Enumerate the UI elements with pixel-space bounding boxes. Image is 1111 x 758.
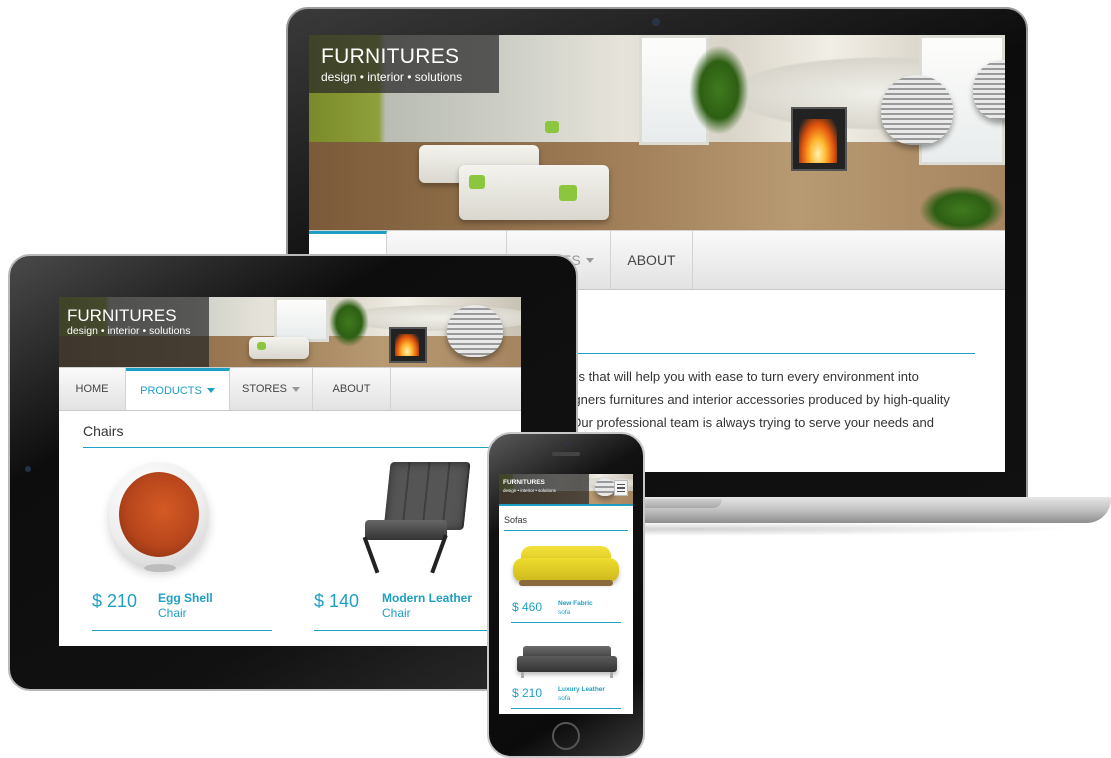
phone-product-divider — [511, 708, 621, 709]
phone-section-title: Sofas — [504, 515, 528, 525]
laptop-brand[interactable]: FURNITURES design • interior • solutions — [309, 35, 499, 93]
luxury-leather-sofa-image[interactable] — [517, 646, 617, 680]
phone-screen: FURNITURES design • interior • solutions… — [499, 474, 633, 714]
tablet-brand[interactable]: FURNITURES design • interior • solutions — [59, 297, 209, 367]
tablet-product-name[interactable]: Egg Shell — [158, 591, 213, 605]
tablet-product-price: $ 210 — [92, 591, 138, 611]
egg-shell-chair-image[interactable] — [109, 462, 219, 577]
phone-header-divider — [499, 504, 633, 506]
chevron-down-icon — [206, 388, 215, 393]
tablet-product-price: $ 140 — [314, 591, 360, 611]
modern-leather-chair-image[interactable] — [357, 462, 477, 577]
chevron-down-icon — [292, 386, 301, 392]
phone-section-divider — [504, 530, 628, 531]
laptop-section-divider — [509, 353, 975, 354]
phone-speaker — [552, 452, 580, 456]
phone-product-price: $ 210 — [512, 686, 543, 700]
phone-product-divider — [511, 622, 621, 623]
tablet-product-name[interactable]: Modern Leather — [382, 591, 472, 605]
laptop-body-text: ons that will help you with ease to turn… — [564, 369, 950, 430]
tablet-screen: FURNITURES design • interior • solutions… — [59, 297, 521, 646]
tablet-nav-bar: HOME PRODUCTS STORES ABOUT — [59, 367, 521, 411]
tablet-product-type: Chair — [158, 606, 187, 620]
tablet-section-divider — [83, 447, 493, 448]
phone-product-name[interactable]: New Fabric — [558, 600, 593, 607]
phone-home-button[interactable] — [552, 722, 580, 750]
phone-brand[interactable]: FURNITURES design • interior • solutions — [499, 474, 589, 504]
laptop-brand-title: FURNITURES — [321, 45, 460, 68]
phone-product-type: sofa — [558, 695, 571, 702]
laptop-nav-about[interactable]: ABOUT — [611, 231, 693, 289]
tablet-brand-tagline: design • interior • solutions — [67, 325, 191, 337]
tablet-nav-home[interactable]: HOME — [59, 368, 126, 410]
tablet-nav-about[interactable]: ABOUT — [313, 368, 391, 410]
phone-brand-title: FURNITURES — [503, 479, 545, 486]
phone-product-name[interactable]: Luxury Leather — [558, 686, 605, 693]
hamburger-menu-icon[interactable] — [614, 480, 628, 496]
laptop-brand-tagline: design • interior • solutions — [321, 70, 463, 84]
new-fabric-sofa-image[interactable] — [513, 546, 619, 592]
phone-product-price: $ 460 — [512, 600, 543, 614]
tablet-product-type: Chair — [382, 606, 411, 620]
tablet-camera — [25, 466, 31, 472]
chevron-down-icon — [585, 257, 594, 263]
phone-product-type: sofa — [558, 609, 571, 616]
tablet-brand-title: FURNITURES — [67, 306, 177, 325]
phone-camera — [564, 441, 569, 446]
tablet-section-title: Chairs — [83, 423, 124, 439]
laptop-camera — [652, 18, 660, 26]
phone-brand-tagline: design • interior • solutions — [503, 488, 556, 493]
tablet-product-divider — [314, 630, 494, 631]
tablet-nav-stores[interactable]: STORES — [230, 368, 313, 410]
tablet-product-divider — [92, 630, 272, 631]
tablet-nav-products[interactable]: PRODUCTS — [126, 368, 230, 410]
